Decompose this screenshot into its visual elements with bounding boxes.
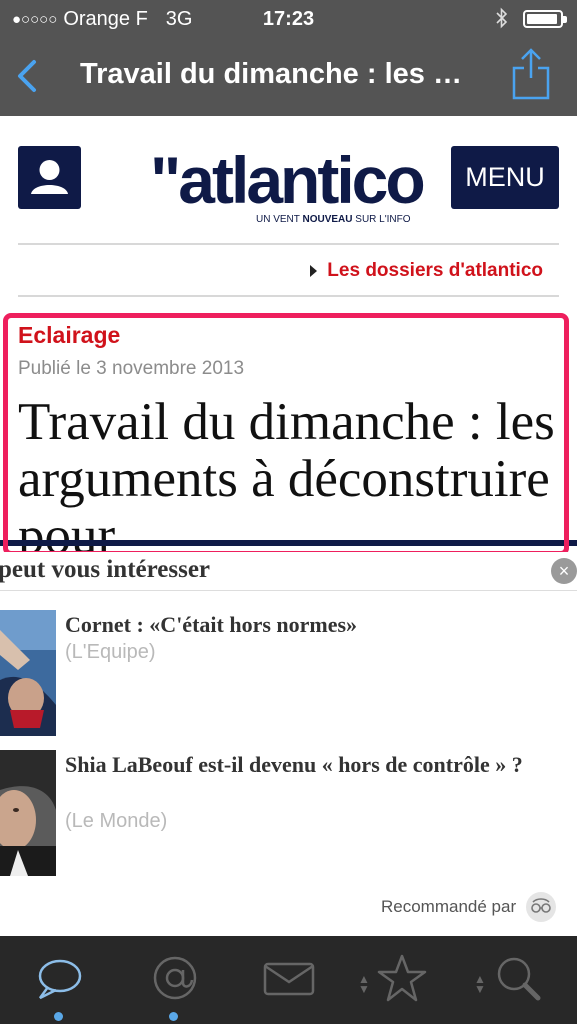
reorder-icon: ▲ ▼ <box>358 972 370 996</box>
article-header: Eclairage Publié le 3 novembre 2013 Trav… <box>0 308 577 556</box>
thumbnail-image <box>0 610 56 736</box>
page-title: Travail du dimanche : les arguments à dé… <box>80 58 470 90</box>
atlantico-logo[interactable]: "atlantico UN VENT NOUVEAU SUR L'INFO <box>150 140 430 230</box>
logo-tagline: UN VENT NOUVEAU SUR L'INFO <box>256 214 411 225</box>
tab-bar: ▲ ▼ ▲ ▼ <box>0 936 577 1024</box>
chat-bubble-icon <box>38 959 82 1000</box>
article-section[interactable]: Eclairage <box>18 322 120 349</box>
search-icon <box>497 957 541 1001</box>
user-icon <box>31 160 68 194</box>
tab-comments[interactable] <box>30 950 90 1021</box>
recommendation-source: (L'Equipe) <box>65 641 156 663</box>
chevron-left-icon[interactable] <box>12 56 42 96</box>
divider <box>18 295 559 297</box>
article-headline: Travail du dimanche : les arguments à dé… <box>18 393 555 557</box>
recommendations-header: peut vous intéresser × <box>0 552 577 592</box>
thumbnail-image <box>0 750 56 876</box>
dossiers-link[interactable]: Les dossiers d'atlantico <box>310 260 543 282</box>
tab-messages[interactable] <box>259 950 319 1010</box>
status-bar: ●○○○○ Orange F 3G 17:23 <box>0 0 577 38</box>
divider <box>0 540 577 546</box>
user-account-button[interactable] <box>18 146 81 209</box>
recommendation-item[interactable]: Cornet : «C'était hors normes» (L'Equipe… <box>0 610 577 736</box>
recommendation-source: (Le Monde) <box>65 810 168 832</box>
recommendations-title: peut vous intéresser <box>0 556 211 583</box>
recommendation-item[interactable]: Shia LaBeouf est-il devenu « hors de con… <box>0 750 577 876</box>
menu-button[interactable]: MENU <box>451 146 559 209</box>
navigation-bar: Travail du dimanche : les arguments à dé… <box>0 38 577 116</box>
tab-indicator <box>169 1012 178 1021</box>
reorder-icon: ▲ ▼ <box>474 972 486 996</box>
triangle-right-icon <box>310 265 318 277</box>
at-sign-icon <box>153 956 197 1000</box>
bluetooth-icon <box>496 7 508 29</box>
tab-indicator <box>54 1012 63 1021</box>
mail-icon <box>263 962 315 996</box>
dossiers-link-label: Les dossiers d'atlantico <box>327 260 543 281</box>
tab-mentions[interactable] <box>145 950 205 1021</box>
outbrain-icon <box>526 892 557 922</box>
logo-wordmark: "atlantico <box>150 143 426 217</box>
battery-icon <box>523 10 567 28</box>
clock: 17:23 <box>262 8 315 30</box>
article-date: Publié le 3 novembre 2013 <box>18 358 245 379</box>
recommendation-title: Cornet : «C'était hors normes» <box>65 612 358 637</box>
recommended-by[interactable]: Recommandé par <box>381 892 557 922</box>
tab-search[interactable]: ▲ ▼ <box>474 950 548 1010</box>
share-icon[interactable] <box>510 46 552 100</box>
close-icon[interactable]: × <box>551 558 577 584</box>
divider <box>18 243 559 245</box>
star-icon <box>377 954 427 1002</box>
tab-favorites[interactable]: ▲ ▼ <box>358 950 432 1010</box>
recommended-by-label: Recommandé par <box>381 897 517 916</box>
recommendation-title: Shia LaBeouf est-il devenu « hors de con… <box>65 752 523 777</box>
